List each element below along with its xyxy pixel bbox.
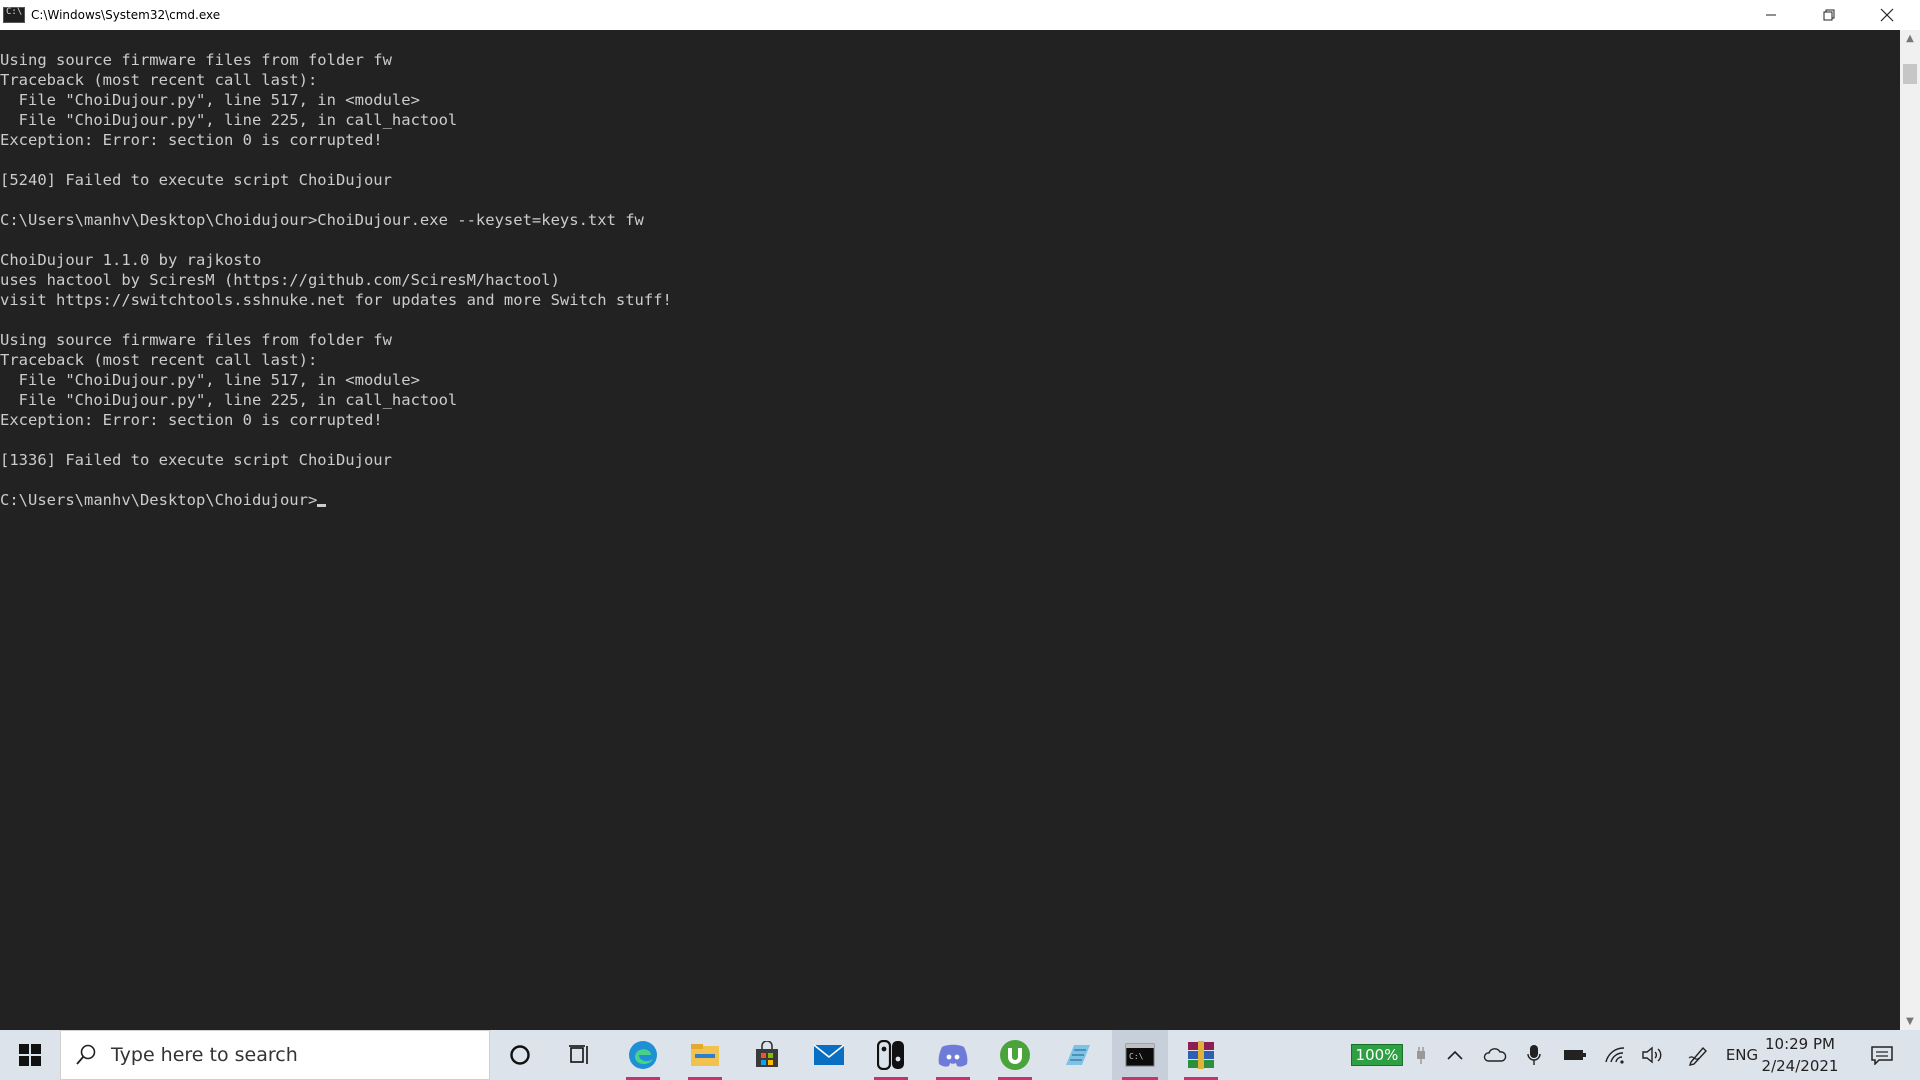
text-cursor (317, 504, 327, 507)
console-output[interactable]: Using source firmware files from folder … (0, 30, 1900, 1030)
mail-icon (813, 1044, 845, 1065)
taskbar: Type here to search C:\ 100% ENG 10:29 P… (0, 1030, 1920, 1080)
close-icon (1880, 8, 1894, 22)
clock-date: 2/24/2021 (1761, 1057, 1839, 1075)
cmd-app-icon (3, 7, 25, 23)
tray-microphone-button[interactable] (1518, 1030, 1550, 1080)
console-line: C:\Users\manhv\Desktop\Choidujour>ChoiDu… (0, 211, 644, 229)
taskbar-app-edge[interactable] (618, 1030, 668, 1080)
console-line: Exception: Error: section 0 is corrupted… (0, 411, 383, 429)
cortana-button[interactable] (495, 1030, 545, 1080)
clock-time: 10:29 PM (1765, 1035, 1835, 1053)
battery-percent-label: 100% (1350, 1044, 1404, 1066)
scroll-up-button[interactable]: ▲ (1900, 30, 1920, 47)
taskbar-app-discord[interactable] (928, 1030, 978, 1080)
cortana-icon (510, 1045, 530, 1065)
onedrive-cloud-icon (1483, 1048, 1507, 1062)
file-explorer-icon (691, 1044, 719, 1066)
taskbar-clock[interactable]: 10:29 PM 2/24/2021 (1760, 1033, 1840, 1077)
taskbar-app-notepad[interactable] (1052, 1030, 1102, 1080)
console-line: Using source firmware files from folder … (0, 51, 392, 69)
console-prompt-line[interactable]: C:\Users\manhv\Desktop\Choidujour> (0, 490, 672, 510)
microsoft-store-icon (756, 1041, 778, 1067)
restore-button[interactable] (1800, 0, 1858, 30)
console-line: File "ChoiDujour.py", line 225, in call_… (0, 391, 458, 409)
window-titlebar[interactable]: C:\Windows\System32\cmd.exe (0, 0, 1920, 30)
console-line: File "ChoiDujour.py", line 225, in call_… (0, 111, 458, 129)
console-line: Traceback (most recent call last): (0, 351, 318, 369)
task-view-button[interactable] (555, 1030, 605, 1080)
action-center-button[interactable] (1862, 1030, 1902, 1080)
console-line: Using source firmware files from folder … (0, 331, 392, 349)
console-prompt: C:\Users\manhv\Desktop\Choidujour> (0, 491, 318, 509)
tray-plug-button[interactable] (1410, 1030, 1432, 1080)
cmd-icon: C:\ (1125, 1043, 1155, 1067)
chevron-up-icon (1447, 1050, 1463, 1060)
task-view-icon (569, 1045, 588, 1064)
minimize-icon (1766, 14, 1776, 16)
edge-icon (629, 1041, 657, 1069)
speaker-icon (1642, 1046, 1662, 1064)
console-line: [5240] Failed to execute script ChoiDujo… (0, 171, 392, 189)
utorrent-icon (1000, 1040, 1030, 1070)
tray-wifi-button[interactable] (1598, 1030, 1632, 1080)
window-title: C:\Windows\System32\cmd.exe (31, 8, 221, 22)
microphone-icon (1527, 1045, 1541, 1065)
close-button[interactable] (1858, 0, 1916, 30)
search-placeholder: Type here to search (111, 1044, 298, 1066)
svg-text:C:\: C:\ (1129, 1052, 1144, 1061)
console-lines: Using source firmware files from folder … (0, 50, 672, 510)
scrollbar-thumb[interactable] (1903, 64, 1917, 84)
restore-icon (1823, 9, 1835, 21)
winrar-icon (1188, 1041, 1214, 1069)
taskbar-app-mail[interactable] (804, 1030, 854, 1080)
pen-icon (1688, 1046, 1707, 1066)
console-line: uses hactool by SciresM (https://github.… (0, 271, 560, 289)
search-icon (76, 1044, 96, 1065)
taskbar-app-winrar[interactable] (1176, 1030, 1226, 1080)
console-line: visit https://switchtools.sshnuke.net fo… (0, 291, 672, 309)
taskbar-search-box[interactable]: Type here to search (60, 1030, 490, 1080)
vertical-scrollbar[interactable]: ▲ ▼ (1900, 30, 1920, 1030)
console-line: File "ChoiDujour.py", line 517, in <modu… (0, 371, 420, 389)
show-hidden-icons-button[interactable] (1440, 1030, 1470, 1080)
taskbar-app-nintendo-switch[interactable] (866, 1030, 916, 1080)
console-line: Exception: Error: section 0 is corrupted… (0, 131, 383, 149)
start-button[interactable] (0, 1030, 60, 1080)
console-line: Traceback (most recent call last): (0, 71, 318, 89)
minimize-button[interactable] (1742, 0, 1800, 30)
console-line: [1336] Failed to execute script ChoiDujo… (0, 451, 392, 469)
battery-percent-widget[interactable]: 100% (1346, 1030, 1408, 1080)
battery-icon (1564, 1050, 1586, 1060)
notification-icon (1871, 1046, 1893, 1065)
taskbar-app-cmd-active[interactable]: C:\ (1112, 1030, 1168, 1080)
console-line: ChoiDujour 1.1.0 by rajkosto (0, 251, 262, 269)
input-language-label: ENG (1725, 1046, 1759, 1064)
nintendo-switch-icon (877, 1040, 904, 1070)
tray-battery-button[interactable] (1558, 1030, 1592, 1080)
console-line: File "ChoiDujour.py", line 517, in <modu… (0, 91, 420, 109)
windows-start-icon (19, 1044, 41, 1066)
input-language-button[interactable]: ENG (1722, 1030, 1762, 1080)
wifi-icon (1605, 1047, 1625, 1064)
taskbar-app-utorrent[interactable] (990, 1030, 1040, 1080)
discord-icon (938, 1044, 968, 1067)
tray-volume-button[interactable] (1636, 1030, 1670, 1080)
scroll-down-button[interactable]: ▼ (1900, 1013, 1920, 1030)
tray-pen-workspace-button[interactable] (1680, 1030, 1716, 1080)
plug-icon (1417, 1047, 1425, 1064)
taskbar-app-store[interactable] (742, 1030, 792, 1080)
tray-onedrive-button[interactable] (1478, 1030, 1512, 1080)
taskbar-app-file-explorer[interactable] (680, 1030, 730, 1080)
notepad-icon (1066, 1045, 1090, 1065)
